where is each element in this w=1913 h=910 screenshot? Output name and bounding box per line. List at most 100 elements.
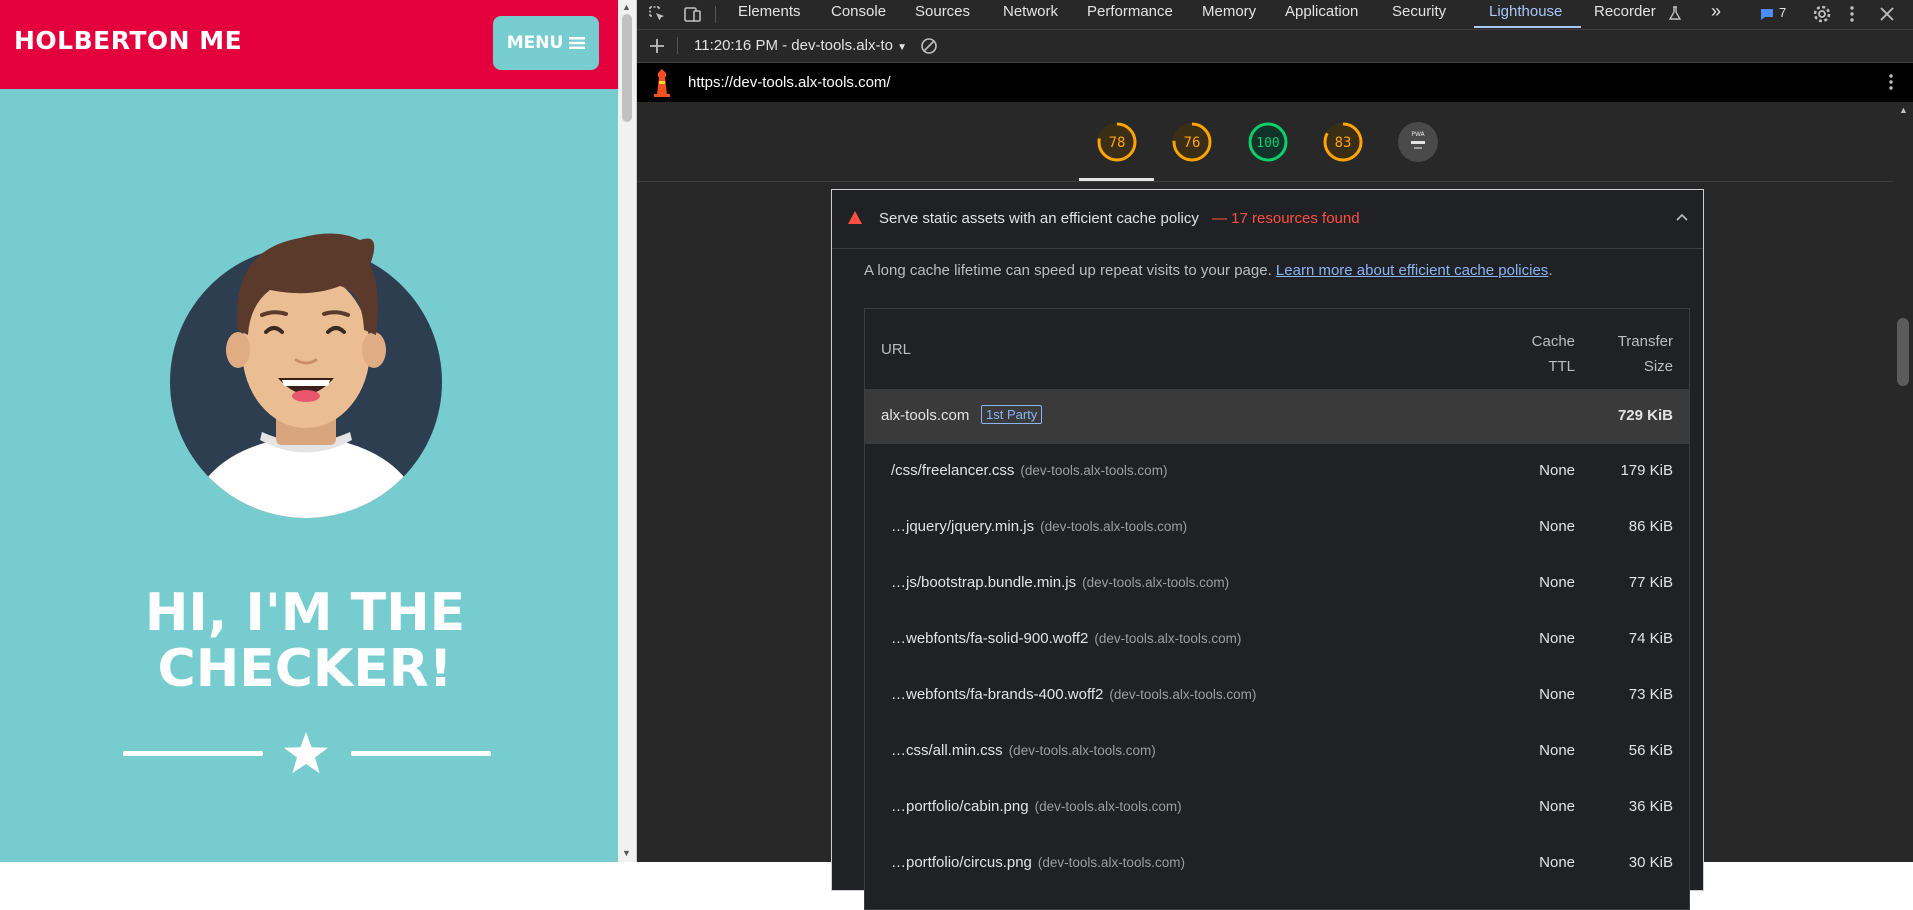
- tab-sources[interactable]: Sources: [915, 3, 970, 20]
- tab-elements[interactable]: Elements: [738, 3, 801, 20]
- resource-size: 73 KiB: [1628, 686, 1673, 703]
- score-gauges: 78 76 100 83 PWA: [637, 103, 1893, 182]
- resource-size: 30 KiB: [1628, 854, 1673, 871]
- hamburger-icon: [569, 37, 586, 49]
- resource-url-cell: …webfonts/fa-brands-400.woff2 (dev-tools.…: [891, 686, 1256, 703]
- column-cache-ttl-line1: Cache: [1531, 333, 1575, 350]
- table-row: …portfolio/cabin.png (dev-tools.alx-tools…: [865, 780, 1689, 836]
- resource-url[interactable]: …webfonts/fa-brands-400.woff2: [891, 686, 1103, 703]
- audit-header[interactable]: Serve static assets with an efficient ca…: [832, 190, 1703, 249]
- resource-host: (dev-tools.alx-tools.com): [1094, 631, 1242, 646]
- toolbar-separator: [715, 6, 716, 23]
- tab-network[interactable]: Network: [1003, 3, 1058, 20]
- device-toolbar-icon[interactable]: [683, 4, 703, 24]
- tab-application[interactable]: Application: [1285, 3, 1358, 20]
- toolbar-separator: [677, 37, 678, 54]
- resource-url[interactable]: …portfolio/circus.png: [891, 854, 1032, 871]
- resource-ttl: None: [1539, 574, 1575, 591]
- resource-url-cell: …js/bootstrap.bundle.min.js (dev-tools.al…: [891, 574, 1229, 591]
- party-group-row: alx-tools.com 1st Party 729 KiB: [865, 389, 1689, 444]
- resource-url-cell: …portfolio/circus.png (dev-tools.alx-tool…: [891, 854, 1185, 871]
- report-menu-icon[interactable]: [1881, 72, 1901, 92]
- kebab-menu-icon[interactable]: [1842, 4, 1862, 24]
- tab-security[interactable]: Security: [1392, 3, 1446, 20]
- issues-count[interactable]: 7: [1779, 5, 1786, 20]
- report-scrollbar-thumb[interactable]: [1897, 318, 1909, 386]
- hero-line-2: CHECKER!: [157, 639, 453, 699]
- learn-more-link[interactable]: Learn more about efficient cache policie…: [1276, 262, 1548, 279]
- resource-url-cell: …webfonts/fa-solid-900.woff2 (dev-tools.a…: [891, 630, 1241, 647]
- gauge-score: 78: [1109, 135, 1126, 151]
- menu-button-label: MENU: [506, 33, 564, 53]
- resource-ttl: None: [1539, 798, 1575, 815]
- resource-size: 86 KiB: [1628, 518, 1673, 535]
- gauge-best-practices[interactable]: 100: [1247, 121, 1289, 163]
- resource-url[interactable]: …webfonts/fa-solid-900.woff2: [891, 630, 1088, 647]
- column-transfer-size-line2: Size: [1643, 358, 1673, 375]
- chevron-up-icon[interactable]: [1675, 212, 1689, 222]
- issues-icon[interactable]: [1759, 6, 1775, 22]
- gauge-seo[interactable]: 83: [1322, 121, 1364, 163]
- lighthouse-logo-icon: [654, 69, 670, 97]
- page-scrollbar-thumb[interactable]: [622, 14, 632, 122]
- report-url[interactable]: https://dev-tools.alx-tools.com/: [688, 74, 891, 91]
- hero-heading: HI, I'M THE CHECKER!: [0, 585, 610, 697]
- resource-host: (dev-tools.alx-tools.com): [1040, 519, 1188, 534]
- menu-button[interactable]: MENU: [493, 16, 599, 70]
- table-row: …webfonts/fa-brands-400.woff2 (dev-tools.…: [865, 668, 1689, 724]
- navbar: HOLBERTON ME MENU: [0, 0, 618, 89]
- avatar-image: [170, 233, 442, 518]
- resource-url-cell: …portfolio/cabin.png (dev-tools.alx-tools…: [891, 798, 1182, 815]
- star-icon: [284, 732, 328, 774]
- column-transfer-size-line1: Transfer: [1617, 333, 1673, 350]
- page-scrollbar[interactable]: ▲ ▼: [618, 0, 636, 862]
- lighthouse-toolbar: 11:20:16 PM - dev-tools.alx-to ▼: [637, 30, 1913, 63]
- scroll-up-icon[interactable]: ▲: [1899, 105, 1908, 115]
- resource-host: (dev-tools.alx-tools.com): [1109, 687, 1257, 702]
- resource-url[interactable]: …js/bootstrap.bundle.min.js: [891, 574, 1076, 591]
- resource-url[interactable]: …css/all.min.css: [891, 742, 1003, 759]
- settings-gear-icon[interactable]: [1812, 4, 1832, 24]
- gauge-pwa[interactable]: PWA: [1397, 121, 1439, 163]
- resource-url[interactable]: …portfolio/cabin.png: [891, 798, 1029, 815]
- resource-url-cell: …css/all.min.css (dev-tools.alx-tools.com…: [891, 742, 1156, 759]
- gauge-performance[interactable]: 78: [1096, 121, 1138, 163]
- resource-ttl: None: [1539, 462, 1575, 479]
- tab-performance[interactable]: Performance: [1087, 3, 1173, 20]
- table-row: …css/all.min.css (dev-tools.alx-tools.com…: [865, 724, 1689, 780]
- audit-description-text: A long cache lifetime can speed up repea…: [864, 262, 1272, 279]
- gauge-score: 76: [1184, 135, 1201, 151]
- add-report-icon[interactable]: [647, 36, 667, 56]
- tab-recorder[interactable]: Recorder: [1594, 3, 1656, 20]
- resource-url[interactable]: /css/freelancer.css: [891, 462, 1014, 479]
- clear-icon[interactable]: [920, 37, 938, 55]
- resource-url[interactable]: …jquery/jquery.min.js: [891, 518, 1034, 535]
- report-scrollbar[interactable]: ▲: [1893, 103, 1913, 862]
- resource-host: (dev-tools.alx-tools.com): [1034, 799, 1182, 814]
- tab-memory[interactable]: Memory: [1202, 3, 1256, 20]
- more-tabs-icon[interactable]: »: [1711, 1, 1721, 22]
- fail-triangle-icon: [848, 211, 862, 224]
- column-cache-ttl: Cache TTL: [1510, 329, 1575, 379]
- devtools-panel: Elements Console Sources Network Perform…: [637, 0, 1913, 910]
- report-select[interactable]: 11:20:16 PM - dev-tools.alx-to ▼: [694, 37, 907, 54]
- close-icon[interactable]: [1877, 4, 1897, 24]
- table-row: …js/bootstrap.bundle.min.js (dev-tools.al…: [865, 556, 1689, 612]
- brand-link[interactable]: HOLBERTON ME: [14, 26, 242, 55]
- chevron-down-icon: ▼: [897, 42, 908, 53]
- scroll-down-icon[interactable]: ▼: [622, 848, 631, 858]
- flask-icon: [1668, 6, 1682, 20]
- report-url-bar: https://dev-tools.alx-tools.com/: [637, 63, 1913, 102]
- tab-lighthouse[interactable]: Lighthouse: [1489, 3, 1562, 20]
- resource-ttl: None: [1539, 686, 1575, 703]
- gauge-accessibility[interactable]: 76: [1171, 121, 1213, 163]
- party-size: 729 KiB: [1617, 407, 1673, 424]
- tab-console[interactable]: Console: [831, 3, 886, 20]
- scroll-up-icon[interactable]: ▲: [622, 2, 631, 12]
- resource-size: 56 KiB: [1628, 742, 1673, 759]
- resource-host: (dev-tools.alx-tools.com): [1008, 743, 1156, 758]
- divider-line-right: [351, 751, 491, 756]
- inspect-element-icon[interactable]: [647, 4, 667, 24]
- hero-line-1: HI, I'M THE: [144, 583, 466, 643]
- audit-description-end: .: [1548, 262, 1553, 279]
